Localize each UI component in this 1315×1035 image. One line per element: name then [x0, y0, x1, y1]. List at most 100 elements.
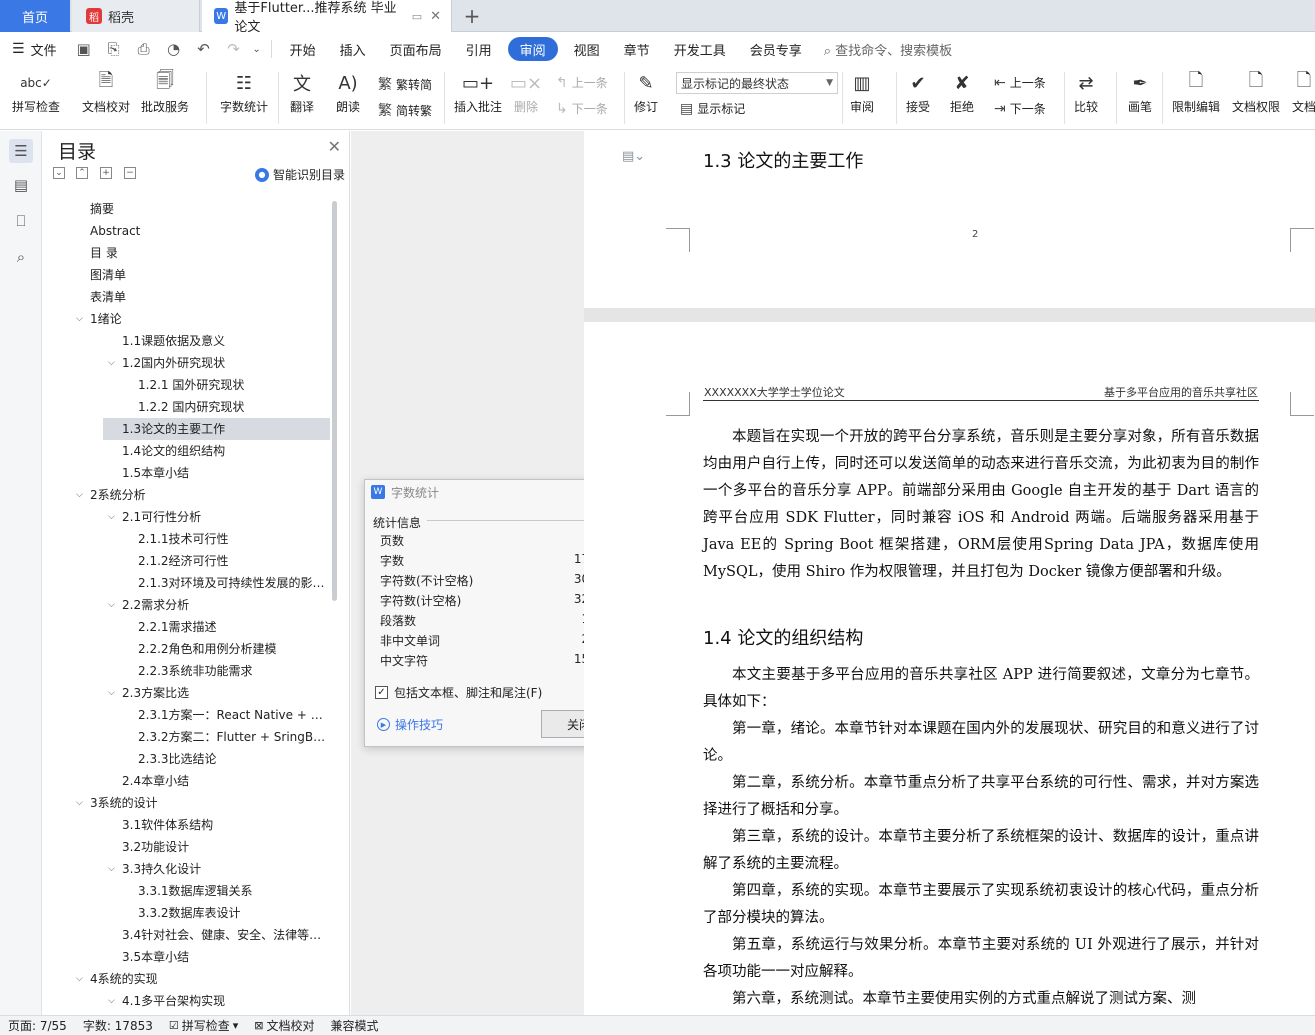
chevron-down-icon[interactable]: ⌵: [108, 990, 115, 1012]
toc-item[interactable]: 3.5本章小结: [42, 946, 332, 968]
tab-document[interactable]: W 基于Flutter...推荐系统 毕业论文 ▭ ✕: [202, 0, 452, 35]
review-pane-button[interactable]: ▥ 审阅: [848, 68, 876, 115]
wordcount-button[interactable]: ☷ 字数统计: [220, 68, 268, 115]
batch-service-button[interactable]: 🗐 批改服务: [141, 68, 189, 115]
toc-item[interactable]: 图清单: [42, 264, 332, 286]
tab-home[interactable]: 首页: [0, 0, 70, 32]
read-aloud-button[interactable]: A) 朗读: [334, 68, 362, 115]
chevron-down-icon[interactable]: ⌵: [76, 792, 83, 814]
body-paragraph[interactable]: 第三章，系统的设计。本章节主要分析了系统框架的设计、数据库的设计，重点讲解了系统…: [703, 824, 1259, 878]
t2s-button[interactable]: 繁繁转简: [378, 74, 432, 94]
menu-review[interactable]: 审阅: [507, 37, 558, 61]
toc-item[interactable]: 1.5本章小结: [42, 462, 332, 484]
toc-item[interactable]: 3.1软件体系结构: [42, 814, 332, 836]
body-paragraph[interactable]: 第二章，系统分析。本章节重点分析了共享平台系统的可行性、需求，并对方案选择进行了…: [703, 770, 1259, 824]
paragraph-mark-icon[interactable]: ▤⌄: [622, 149, 645, 164]
toc-item[interactable]: 2.1.3对环境及可持续性发展的影…: [42, 572, 332, 594]
body-paragraph[interactable]: 第一章，绪论。本章节针对本课题在国内外的发展现状、研究目的和意义进行了讨论。: [703, 716, 1259, 770]
add-heading-icon[interactable]: +: [100, 167, 112, 179]
toc-item[interactable]: ⌵ 1绪论: [42, 308, 332, 330]
toc-item[interactable]: 1.4论文的组织结构: [42, 440, 332, 462]
chevron-down-icon[interactable]: ⌄: [249, 37, 265, 61]
menu-view[interactable]: 视图: [562, 37, 612, 61]
prev-change-button[interactable]: ⇤ 上一条: [994, 74, 1046, 91]
show-marks-button[interactable]: ▤ 显示标记: [680, 100, 745, 117]
toc-item[interactable]: 1.3论文的主要工作: [103, 418, 330, 440]
toc-item[interactable]: ⌵ 4系统的实现: [42, 968, 332, 990]
toc-icon[interactable]: ☰: [9, 139, 33, 163]
mark-state-select[interactable]: 显示标记的最终状态 ▼: [676, 72, 838, 94]
toc-item[interactable]: ⌵ 2系统分析: [42, 484, 332, 506]
tab-daoke[interactable]: 稻 稻壳: [72, 0, 200, 32]
restrict-edit-button[interactable]: 🗋 限制编辑: [1172, 68, 1220, 115]
menu-devtools[interactable]: 开发工具: [662, 37, 738, 61]
chevron-down-icon[interactable]: ⌵: [108, 352, 115, 374]
preview-icon[interactable]: ◔: [159, 37, 189, 61]
accept-button[interactable]: ✔ 接受: [904, 68, 932, 115]
toc-item[interactable]: 3.4针对社会、健康、安全、法律等…: [42, 924, 332, 946]
menu-insert[interactable]: 插入: [328, 37, 378, 61]
collapse-all-icon[interactable]: ⌄: [53, 167, 65, 179]
status-doccheck[interactable]: ⊠ 文档校对: [246, 1017, 322, 1034]
prev-comment-button[interactable]: ↰ 上一条: [556, 74, 608, 91]
chevron-down-icon[interactable]: ⌵: [108, 506, 115, 528]
s2t-button[interactable]: 繁简转繁: [378, 100, 432, 120]
save-icon[interactable]: ▣: [69, 37, 99, 61]
toc-item[interactable]: 2.1.2经济可行性: [42, 550, 332, 572]
toc-item[interactable]: 2.3.1方案一：React Native + …: [42, 704, 332, 726]
close-icon[interactable]: ✕: [430, 9, 441, 24]
toc-item[interactable]: 2.2.1需求描述: [42, 616, 332, 638]
chevron-down-icon[interactable]: ⌵: [108, 682, 115, 704]
toc-item[interactable]: ⌵ 2.3方案比选: [42, 682, 332, 704]
toc-item[interactable]: 2.3.2方案二：Flutter + SringB…: [42, 726, 332, 748]
toc-item[interactable]: 1.1课题依据及意义: [42, 330, 332, 352]
export-pdf-icon[interactable]: ⎘: [99, 37, 129, 61]
screen-icon[interactable]: ▭: [412, 10, 422, 23]
toc-item[interactable]: 表清单: [42, 286, 332, 308]
doc-more-button[interactable]: 🗋 文档: [1290, 68, 1315, 115]
toc-item[interactable]: 1.2.1 国外研究现状: [42, 374, 332, 396]
toc-item[interactable]: 2.3.3比选结论: [42, 748, 332, 770]
toc-item[interactable]: ⌵ 3系统的设计: [42, 792, 332, 814]
next-comment-button[interactable]: ↳ 下一条: [556, 100, 608, 117]
status-page[interactable]: 页面: 7/55: [0, 1017, 75, 1034]
close-icon[interactable]: ✕: [328, 137, 341, 156]
toc-item[interactable]: ⌵ 1.2国内外研究现状: [42, 352, 332, 374]
status-words[interactable]: 字数: 17853: [75, 1017, 161, 1034]
toc-item[interactable]: 1.2.2 国内研究现状: [42, 396, 332, 418]
body-paragraph[interactable]: 第四章，系统的实现。本章节主要展示了实现系统初衷设计的核心代码，重点分析了部分模…: [703, 878, 1259, 932]
spellcheck-button[interactable]: abc✓ 拼写检查: [12, 68, 60, 115]
smart-toc-button[interactable]: ● 智能识别目录: [254, 166, 345, 183]
compare-button[interactable]: ⇄ 比较: [1072, 68, 1100, 115]
include-textbox-checkbox[interactable]: ✓ 包括文本框、脚注和尾注(F): [375, 684, 542, 701]
doc-permission-button[interactable]: 🗋 文档权限: [1232, 68, 1280, 115]
expand-all-icon[interactable]: ⌃: [76, 167, 88, 179]
doccheck-button[interactable]: 🗎 文档校对: [82, 68, 130, 115]
undo-icon[interactable]: ↶: [189, 37, 219, 61]
menu-member[interactable]: 会员专享: [738, 37, 814, 61]
remove-heading-icon[interactable]: −: [124, 167, 136, 179]
toc-item[interactable]: 3.3.2数据库表设计: [42, 902, 332, 924]
search-icon[interactable]: ⌕: [9, 245, 33, 269]
toc-item[interactable]: 目 录: [42, 242, 332, 264]
toc-item[interactable]: 2.1.1技术可行性: [42, 528, 332, 550]
body-paragraph[interactable]: 第五章，系统运行与效果分析。本章节主要对系统的 UI 外观进行了展示，并针对各项…: [703, 932, 1259, 986]
chevron-down-icon[interactable]: ⌵: [76, 308, 83, 330]
redo-icon[interactable]: ↷: [219, 37, 249, 61]
toc-item[interactable]: Abstract: [42, 220, 332, 242]
body-paragraph[interactable]: 本题旨在实现一个开放的跨平台分享系统，音乐则是主要分享对象，所有音乐数据均由用户…: [703, 424, 1259, 586]
tips-link[interactable]: ▶ 操作技巧: [377, 716, 443, 733]
body-paragraph[interactable]: 第六章，系统测试。本章节主要使用实例的方式重点解说了测试方案、测: [703, 986, 1259, 1013]
toc-item[interactable]: 2.2.3系统非功能需求: [42, 660, 332, 682]
menu-layout[interactable]: 页面布局: [378, 37, 454, 61]
toc-item[interactable]: ⌵ 2.1可行性分析: [42, 506, 332, 528]
status-spellcheck[interactable]: ☑ 拼写检查 ▾: [161, 1017, 246, 1034]
toc-item[interactable]: 摘要: [42, 198, 332, 220]
chevron-down-icon[interactable]: ⌵: [108, 594, 115, 616]
menu-chapter[interactable]: 章节: [612, 37, 662, 61]
next-change-button[interactable]: ⇥ 下一条: [994, 100, 1046, 117]
bookmark-icon[interactable]: ⎕: [9, 209, 33, 233]
chevron-down-icon[interactable]: ⌵: [76, 484, 83, 506]
chevron-down-icon[interactable]: ⌵: [76, 968, 83, 990]
menu-start[interactable]: 开始: [278, 37, 328, 61]
